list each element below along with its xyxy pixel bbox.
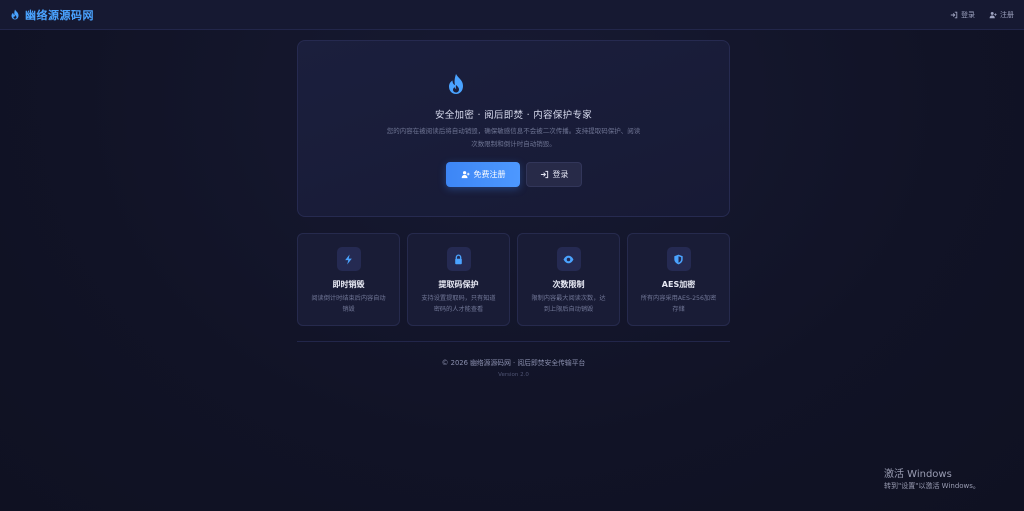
- footer-version: Version 2.0: [498, 372, 529, 378]
- sign-in-icon: [540, 170, 548, 179]
- feature-title: 次数限制: [552, 280, 585, 289]
- windows-activation-title: 激活 Windows: [884, 469, 952, 480]
- feature-title: 即时销毁: [332, 280, 365, 289]
- feature-card-aes: AES加密 所有内容采用AES-256加密存储: [627, 233, 730, 326]
- nav-register-label: 注册: [1000, 10, 1014, 19]
- flame-logo-icon: [11, 9, 19, 20]
- register-button[interactable]: 免费注册: [446, 162, 520, 187]
- hero-title: 安全加密 · 阅后即焚 · 内容保护专家: [434, 110, 593, 121]
- login-button[interactable]: 登录: [526, 162, 582, 187]
- footer-divider: [297, 341, 730, 342]
- feature-description: 支持设置提取码，只有知道密码的人才能查看: [421, 295, 496, 313]
- feature-list: 即时销毁 阅读倒计时结束后内容自动销毁 提取码保护 支持设置提取码，只有知道密码…: [297, 233, 730, 326]
- top-navbar: 幽络源源码网 登录 注册: [0, 0, 1024, 30]
- feature-card-instant-destroy: 即时销毁 阅读倒计时结束后内容自动销毁: [297, 233, 400, 326]
- lock-icon: [455, 253, 462, 264]
- nav-login-link[interactable]: 登录: [950, 10, 975, 20]
- login-button-label: 登录: [552, 170, 569, 179]
- brand-link[interactable]: 幽络源源码网: [10, 7, 94, 23]
- feature-title: AES加密: [661, 280, 696, 289]
- nav-register-link[interactable]: 注册: [989, 10, 1014, 20]
- feature-description: 所有内容采用AES-256加密存储: [640, 295, 717, 313]
- feature-description: 限制内容最大阅读次数，达到上限后自动销毁: [531, 295, 606, 313]
- nav-login-label: 登录: [961, 10, 975, 19]
- windows-activation-watermark: 激活 Windows 转到"设置"以激活 Windows。: [884, 465, 980, 491]
- feature-card-password: 提取码保护 支持设置提取码，只有知道密码的人才能查看: [407, 233, 510, 326]
- shield-icon: [674, 254, 683, 264]
- sign-in-icon: [950, 11, 958, 18]
- user-plus-icon: [989, 11, 997, 18]
- footer-copyright: © 2026 幽络源源码网 · 阅后即焚安全传输平台: [441, 359, 586, 367]
- feature-title: 提取码保护: [438, 280, 479, 289]
- windows-activation-subtitle: 转到"设置"以激活 Windows。: [884, 482, 980, 490]
- brand-name: 幽络源源码网: [25, 8, 94, 22]
- hero-card: 安全加密 · 阅后即焚 · 内容保护专家 您的内容在被阅读后将自动销毁，确保敏感…: [297, 40, 730, 217]
- eye-icon: [563, 255, 574, 263]
- flame-logo-icon: [449, 74, 463, 94]
- feature-description: 阅读倒计时结束后内容自动销毁: [311, 295, 386, 313]
- lightning-icon: [345, 254, 352, 264]
- hero-description: 您的内容在被阅读后将自动销毁，确保敏感信息不会被二次传播。支持提取码保护、阅读次…: [386, 127, 641, 148]
- register-button-label: 免费注册: [473, 170, 506, 179]
- feature-card-read-limit: 次数限制 限制内容最大阅读次数，达到上限后自动销毁: [517, 233, 620, 326]
- user-plus-icon: [461, 171, 470, 179]
